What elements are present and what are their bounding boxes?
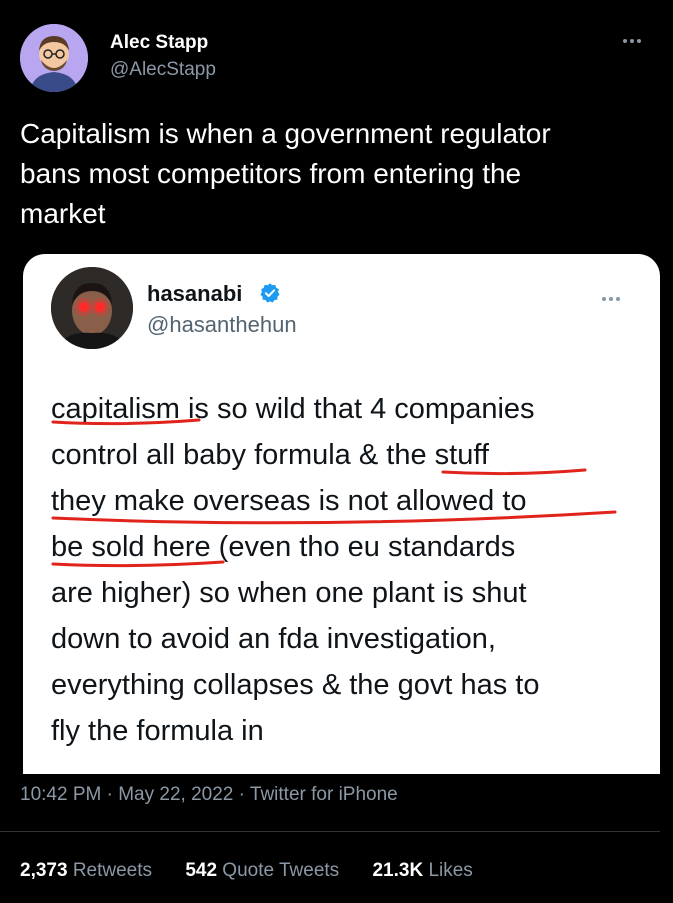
tweet-text-line: bans most competitors from entering the (20, 158, 522, 189)
verified-badge-icon (260, 283, 280, 303)
quoted-author-name[interactable]: hasanabi (147, 281, 242, 307)
quoted-text-line: capitalism is so wild that 4 companies (51, 393, 535, 425)
quoted-text-line: everything collapses & the govt has to (51, 669, 540, 701)
divider (0, 831, 660, 832)
quoted-author-handle[interactable]: @hasanthehun (147, 312, 297, 338)
tweet-header: Alec Stapp @AlecStapp (20, 24, 653, 94)
quote-tweets-stat[interactable]: 542 Quote Tweets (185, 860, 339, 882)
author-name[interactable]: Alec Stapp (110, 32, 208, 54)
quoted-text-line: fly the formula in (51, 715, 264, 747)
tweet-text-line: Capitalism is when a government regulato… (20, 118, 551, 149)
retweets-count: 2,373 (20, 860, 68, 881)
likes-label: Likes (428, 860, 473, 881)
quoted-text-line: down to avoid an fda investigation, (51, 623, 496, 655)
quoted-text-line: they make overseas is not allowed to (51, 485, 527, 517)
author-handle[interactable]: @AlecStapp (110, 59, 216, 81)
quote-tweets-count: 542 (185, 860, 218, 881)
quoted-author-avatar[interactable] (51, 267, 133, 349)
quoted-tweet-card[interactable]: hasanabi @hasanthehun capitalism is so w… (23, 254, 660, 774)
likes-count: 21.3K (372, 860, 424, 881)
tweet-text: Capitalism is when a government regulato… (20, 114, 650, 234)
retweets-label: Retweets (72, 860, 153, 881)
quoted-text-line: be sold here (even tho eu standards (51, 531, 516, 563)
author-avatar[interactable] (20, 24, 88, 92)
quoted-more-options-icon[interactable] (602, 288, 630, 301)
tweet-text-line: market (20, 198, 106, 229)
quoted-text-line: control all baby formula & the stuff (51, 439, 489, 471)
quoted-text-line: are higher) so when one plant is shut (51, 577, 527, 609)
likes-stat[interactable]: 21.3K Likes (372, 860, 472, 882)
quote-tweets-label: Quote Tweets (222, 860, 340, 881)
retweets-stat[interactable]: 2,373 Retweets (20, 860, 152, 882)
more-options-icon[interactable] (623, 30, 651, 44)
tweet-timestamp[interactable]: 10:42 PM · May 22, 2022 · Twitter for iP… (20, 784, 398, 806)
engagement-stats: 2,373 Retweets 542 Quote Tweets 21.3K Li… (20, 860, 501, 882)
